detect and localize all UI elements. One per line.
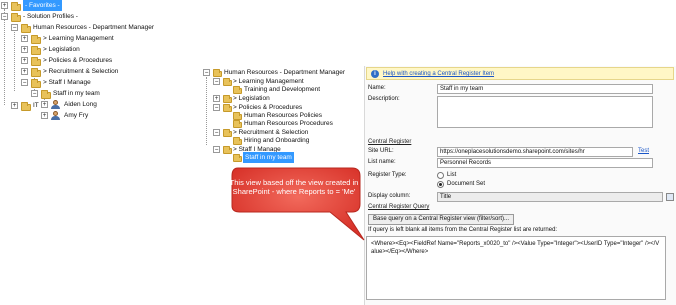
tree-item-aiden-long[interactable]: Aiden Long bbox=[64, 99, 97, 110]
tree-item-legislation[interactable]: > Legislation bbox=[43, 44, 80, 55]
name-field[interactable]: Staff in my team bbox=[437, 84, 653, 94]
description-label: Description: bbox=[368, 96, 400, 102]
expand-toggle[interactable]: + bbox=[21, 35, 28, 42]
description-field[interactable] bbox=[437, 96, 653, 128]
query-editor[interactable]: <Where><Eq><FieldRef Name="Reports_x0020… bbox=[366, 236, 666, 300]
tree-item-staff-in-my-team[interactable]: Staff in my team bbox=[243, 152, 294, 163]
expand-toggle[interactable]: + bbox=[21, 68, 28, 75]
query-hint: If query is left blank all items from th… bbox=[368, 227, 558, 233]
edit-icon[interactable] bbox=[666, 193, 674, 201]
folder-icon bbox=[31, 57, 41, 66]
folder-icon bbox=[31, 68, 41, 77]
tree-item-it[interactable]: IT bbox=[33, 100, 39, 111]
folder-icon bbox=[41, 90, 51, 99]
radio-list[interactable] bbox=[437, 172, 444, 179]
folder-icon bbox=[233, 154, 242, 162]
folder-icon bbox=[213, 69, 222, 77]
tree-item-staff-i-manage[interactable]: > Staff I Manage bbox=[43, 77, 91, 88]
folder-icon bbox=[223, 129, 232, 137]
collapse-toggle[interactable]: − bbox=[213, 129, 220, 136]
help-bar: i Help with creating a Central Register … bbox=[366, 67, 674, 80]
expand-toggle[interactable]: + bbox=[21, 46, 28, 53]
collapse-toggle[interactable]: − bbox=[1, 13, 8, 20]
radio-document-set-label: Document Set bbox=[447, 181, 486, 187]
site-url-field[interactable]: https://oneplacesolutionsdemo.sharepoint… bbox=[437, 147, 633, 157]
folder-icon bbox=[31, 35, 41, 44]
collapse-toggle[interactable]: − bbox=[213, 78, 220, 85]
person-icon bbox=[51, 111, 60, 120]
collapse-toggle[interactable]: − bbox=[11, 24, 18, 31]
folder-icon bbox=[223, 104, 232, 112]
folder-icon bbox=[31, 79, 41, 88]
site-url-label: Site URL: bbox=[368, 148, 394, 154]
folder-icon bbox=[11, 13, 21, 22]
tree-item-learning-management[interactable]: > Learning Management bbox=[43, 33, 114, 44]
list-name-label: List name: bbox=[368, 159, 396, 165]
tree-item-policies[interactable]: > Policies & Procedures bbox=[43, 55, 112, 66]
folder-icon bbox=[11, 2, 21, 11]
folder-icon bbox=[21, 24, 31, 33]
base-query-button[interactable]: Base query on a Central Register view (f… bbox=[368, 214, 515, 225]
person-icon bbox=[51, 100, 60, 109]
expand-toggle[interactable]: + bbox=[11, 102, 18, 109]
display-column-select[interactable]: Title bbox=[437, 192, 663, 202]
folder-icon bbox=[223, 78, 232, 86]
collapse-toggle[interactable]: − bbox=[21, 79, 28, 86]
folder-icon bbox=[21, 102, 31, 111]
collapse-toggle[interactable]: − bbox=[213, 146, 220, 153]
folder-icon bbox=[223, 95, 232, 103]
collapse-toggle[interactable]: − bbox=[31, 90, 38, 97]
display-column-label: Display column: bbox=[368, 193, 411, 199]
tree-item-amy-fry[interactable]: Amy Fry bbox=[64, 110, 88, 121]
help-link[interactable]: Help with creating a Central Register It… bbox=[383, 69, 494, 79]
tree-item-staff-in-my-team[interactable]: Staff in my team bbox=[53, 88, 100, 99]
tree-item-solution-profiles[interactable]: - Solution Profiles - bbox=[23, 11, 78, 22]
callout-text: This view based off the view created in … bbox=[229, 178, 359, 196]
folder-icon bbox=[31, 46, 41, 55]
radio-document-set[interactable] bbox=[437, 181, 444, 188]
collapse-toggle[interactable]: + bbox=[1, 2, 8, 9]
test-link[interactable]: Test bbox=[638, 146, 649, 156]
expand-toggle[interactable]: + bbox=[41, 101, 48, 108]
expand-toggle[interactable]: + bbox=[21, 57, 28, 64]
tree-item-recruitment[interactable]: > Recruitment & Selection bbox=[43, 66, 118, 77]
folder-icon bbox=[223, 146, 232, 154]
query-heading: Central Register Query bbox=[368, 204, 430, 210]
collapse-toggle[interactable]: − bbox=[213, 104, 220, 111]
expand-toggle[interactable]: + bbox=[213, 95, 220, 102]
collapse-toggle[interactable]: − bbox=[203, 69, 210, 76]
name-label: Name: bbox=[368, 85, 386, 91]
tree-item-hr-dept-manager[interactable]: Human Resources - Department Manager bbox=[33, 22, 154, 33]
tree-item-favorites[interactable]: - Favorites - bbox=[23, 0, 62, 11]
info-icon: i bbox=[371, 70, 379, 78]
register-type-label: Register Type: bbox=[368, 172, 407, 178]
expand-toggle[interactable]: + bbox=[41, 112, 48, 119]
list-name-field[interactable]: Personnel Records bbox=[437, 158, 653, 168]
